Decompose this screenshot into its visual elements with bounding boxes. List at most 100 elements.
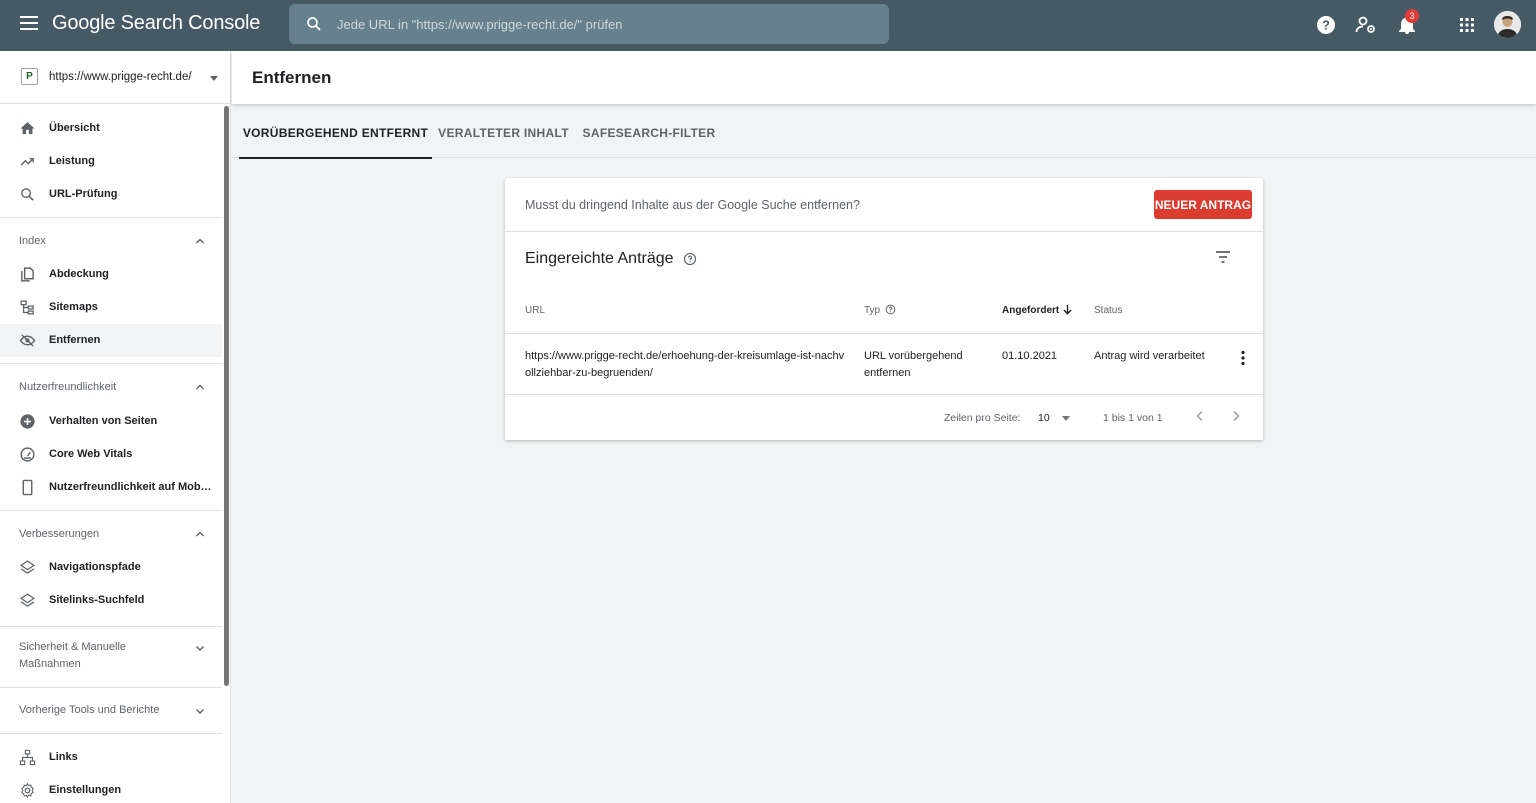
divider [0, 733, 222, 734]
sidebar-item-mobile-usability[interactable]: Nutzerfreundlichkeit auf Mob… [0, 471, 222, 504]
sidebar-item-label: Sitelinks-Suchfeld [49, 594, 145, 606]
sidebar-item-overview[interactable]: Übersicht [0, 112, 222, 145]
table-row[interactable]: https://www.prigge-recht.de/erhoehung-de… [505, 334, 1263, 394]
manage-users-icon[interactable] [1354, 13, 1378, 37]
cell-requested: 01.10.2021 [1002, 350, 1058, 362]
sidebar-item-label: Einstellungen [49, 784, 122, 796]
tab-bar: VORÜBERGEHEND ENTFERNT VERALTETER INHALT… [232, 104, 1536, 159]
divider [0, 687, 222, 688]
section-enhancements-toggle[interactable]: Verbesserungen [0, 526, 222, 548]
section-label-line2: Maßnahmen [19, 658, 81, 670]
cell-status: Antrag wird verarbeitet [1094, 350, 1205, 362]
help-icon[interactable]: ? [1314, 13, 1338, 37]
column-header-requested[interactable]: Angefordert [1002, 305, 1059, 316]
sidebar-item-performance[interactable]: Leistung [0, 145, 222, 178]
mobile-icon [22, 479, 33, 496]
search-input[interactable] [337, 4, 877, 44]
submitted-requests-title: Eingereichte Anträge [525, 250, 674, 267]
dropdown-arrow-icon [210, 76, 218, 81]
page-title: Entfernen [252, 68, 332, 87]
sidebar-item-label: Sitemaps [49, 301, 98, 313]
sidebar-item-label: Navigationspfade [49, 561, 141, 573]
tab-safesearch-filter[interactable]: SAFESEARCH-FILTER [575, 104, 723, 158]
sidebar-item-breadcrumbs[interactable]: Navigationspfade [0, 551, 222, 584]
sidebar-item-page-experience[interactable]: Verhalten von Seiten [0, 405, 222, 438]
sidebar-item-sitemaps[interactable]: Sitemaps [0, 291, 222, 324]
divider [0, 217, 222, 218]
column-header-type: Typ [864, 305, 881, 316]
arrow-down-icon[interactable] [1062, 304, 1073, 315]
section-usability-toggle[interactable]: Nutzerfreundlichkeit [0, 379, 222, 401]
sidebar-item-settings[interactable]: Einstellungen [0, 774, 222, 803]
sidebar-item-sitelinks-searchbox[interactable]: Sitelinks-Suchfeld [0, 584, 222, 617]
chevron-down-icon [196, 709, 204, 714]
rows-per-page-label: Zeilen pro Seite: [944, 412, 1021, 424]
url-inspection-search[interactable] [289, 4, 889, 44]
settings-icon [21, 782, 34, 799]
home-icon [20, 122, 35, 135]
apps-grid-icon[interactable] [1455, 13, 1479, 37]
sidebar-item-label: Core Web Vitals [49, 448, 133, 460]
sitemap-icon [20, 300, 34, 315]
chevron-right-icon[interactable] [1229, 409, 1243, 423]
tab-temporarily-removed[interactable]: VORÜBERGEHEND ENTFERNT [239, 104, 432, 159]
sidebar-item-url-inspection[interactable]: URL-Prüfung [0, 178, 222, 211]
section-label: Verbesserungen [19, 528, 100, 540]
rows-per-page-select[interactable]: 10 [1038, 408, 1078, 428]
sidebar-item-label: URL-Prüfung [49, 188, 118, 200]
section-label: Vorherige Tools und Berichte [19, 704, 160, 716]
sidebar-item-label: Links [49, 751, 78, 763]
section-index-toggle[interactable]: Index [0, 233, 222, 255]
help-outline-icon[interactable] [683, 252, 697, 266]
section-label-line1: Sicherheit & Manuelle [19, 641, 127, 653]
sidebar-item-label: Übersicht [49, 122, 100, 134]
sidebar-item-label: Entfernen [49, 334, 101, 346]
chevron-down-icon [196, 646, 204, 651]
removals-card: Musst du dringend Inhalte aus der Google… [505, 178, 1263, 440]
rows-per-page-value: 10 [1038, 412, 1050, 424]
urgent-removal-question: Musst du dringend Inhalte aus der Google… [525, 198, 860, 212]
page-header: Entfernen [232, 51, 1536, 104]
sidebar-scrollbar[interactable] [224, 106, 229, 686]
cell-type-line2: entfernen [864, 367, 911, 379]
new-request-button[interactable]: NEUER ANTRAG [1154, 190, 1252, 219]
chevron-up-icon [196, 238, 204, 244]
plus-circle-icon [20, 414, 35, 429]
divider [0, 626, 222, 627]
sidebar-item-removals[interactable]: Entfernen [0, 324, 222, 357]
section-security-toggle[interactable]: Sicherheit & Manuelle Maßnahmen [0, 639, 222, 675]
tab-label: VORÜBERGEHEND ENTFERNT [242, 126, 429, 140]
layers-icon [19, 560, 36, 574]
app-logo[interactable]: Google Search Console [52, 12, 260, 35]
links-icon [19, 749, 36, 766]
tab-outdated-content[interactable]: VERALTETER INHALT [432, 104, 575, 158]
tab-label: VERALTETER INHALT [438, 126, 569, 140]
sidebar-item-label: Leistung [49, 155, 95, 167]
cell-type: URL vorübergehend entfernen [864, 348, 984, 382]
svg-text:?: ? [1322, 18, 1330, 33]
chevron-up-icon [196, 531, 204, 537]
search-icon [307, 17, 321, 31]
cell-url: https://www.prigge-recht.de/erhoehung-de… [525, 348, 855, 382]
sidebar-item-links[interactable]: Links [0, 741, 222, 774]
property-selector[interactable]: P https://www.prigge-recht.de/ [0, 51, 231, 104]
cell-type-line1: URL vorübergehend [864, 350, 963, 362]
divider [505, 394, 1263, 395]
sidebar-item-core-web-vitals[interactable]: Core Web Vitals [0, 438, 222, 471]
more-vert-icon[interactable] [1239, 350, 1247, 366]
menu-icon[interactable] [20, 16, 38, 30]
sidebar-item-coverage[interactable]: Abdeckung [0, 258, 222, 291]
trending-up-icon [20, 157, 34, 166]
chevron-left-icon[interactable] [1193, 409, 1207, 423]
section-label: Nutzerfreundlichkeit [19, 381, 117, 393]
layers-icon [19, 593, 36, 607]
account-avatar[interactable] [1494, 11, 1521, 38]
column-header-url: URL [525, 305, 546, 316]
sidebar-item-label: Abdeckung [49, 268, 109, 280]
help-outline-icon[interactable] [885, 304, 896, 315]
copy-icon [21, 267, 34, 282]
tab-label: SAFESEARCH-FILTER [582, 126, 716, 140]
filter-icon[interactable] [1215, 250, 1231, 264]
section-legacy-toggle[interactable]: Vorherige Tools und Berichte [0, 702, 222, 724]
search-icon [21, 188, 34, 201]
